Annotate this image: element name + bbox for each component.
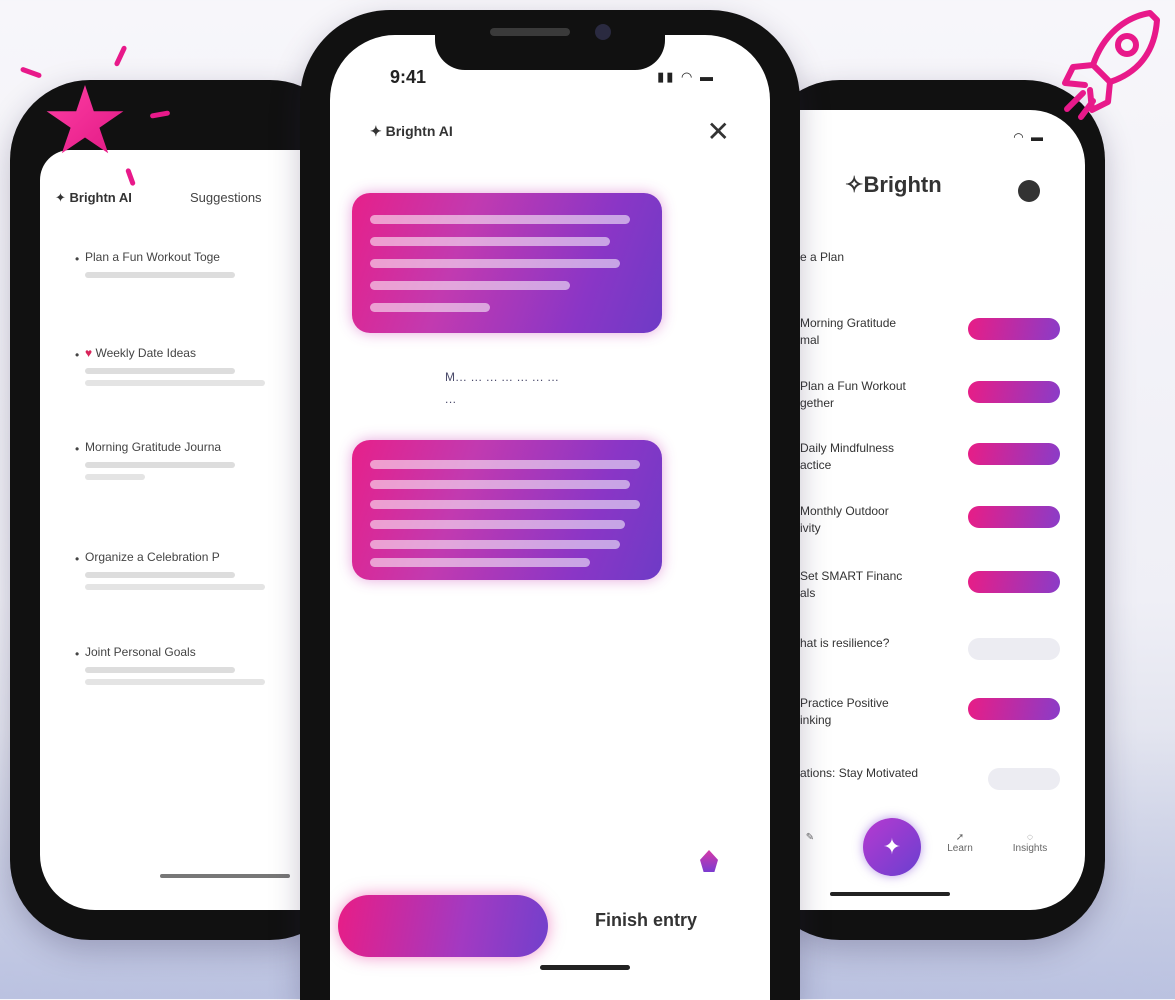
message-text-placeholder	[370, 215, 630, 224]
suggestion-text-placeholder	[85, 474, 145, 480]
camera	[595, 24, 611, 40]
nav-item-insights[interactable]: ◌ Insights	[1005, 832, 1055, 854]
user-message-line: M... ... ... ... ... ... ...	[445, 370, 560, 384]
finish-entry-button[interactable]: Finish entry	[595, 910, 697, 931]
plan-title: Daily Mindfulness actice	[800, 441, 895, 472]
speaker	[490, 28, 570, 36]
status-icons: ◠ ▬	[1013, 130, 1045, 144]
learn-icon: ➚	[955, 832, 965, 843]
section-title: e a Plan	[800, 250, 845, 264]
suggestion-text-placeholder	[85, 368, 235, 374]
plan-title: Practice Positive inking	[800, 696, 889, 727]
plan-row: ations: Stay Motivated	[800, 765, 1080, 805]
sparkle-icon: ✦	[882, 834, 902, 859]
plan-title: Set SMART Financ als	[800, 569, 903, 600]
plan-title: Monthly Outdoor ivity	[800, 504, 889, 535]
plan-action-button[interactable]	[968, 698, 1060, 720]
avatar[interactable]	[1018, 180, 1040, 202]
ai-message-card	[352, 193, 662, 333]
home-indicator	[830, 892, 950, 896]
sparkle-icon: ✦	[370, 123, 382, 139]
plan-row: Daily Mindfulness actice	[800, 440, 1080, 480]
plan-row: Practice Positive inking	[800, 695, 1080, 735]
plan-action-button[interactable]	[968, 506, 1060, 528]
suggestion-text-placeholder	[85, 679, 265, 685]
suggestion-text-placeholder	[85, 572, 235, 578]
message-text-placeholder	[370, 480, 630, 489]
message-text-placeholder	[370, 520, 625, 529]
message-text-placeholder	[370, 460, 640, 469]
plan-title: Plan a Fun Workout gether	[800, 379, 906, 410]
plan-row: hat is resilience?	[800, 635, 1080, 675]
plan-action-button[interactable]	[968, 571, 1060, 593]
left-screen: ✦ Brightn AI Suggestions • Plan a Fun Wo…	[40, 150, 340, 910]
home-indicator	[540, 965, 630, 970]
plan-row: Set SMART Financ als	[800, 568, 1080, 608]
bullet-icon: •	[75, 442, 80, 456]
plan-row: Plan a Fun Workout gether	[800, 378, 1080, 418]
phone-left: ✦ Brightn AI Suggestions • Plan a Fun Wo…	[10, 80, 350, 940]
suggestion-text-placeholder	[85, 667, 235, 673]
left-tab-suggestions[interactable]: Suggestions	[190, 190, 262, 205]
message-text-placeholder	[370, 259, 620, 268]
phone-center: 9:41 ▮▮ ◠ ▬ ✦ Brightn AI ✕ M... ... ... …	[300, 10, 800, 1000]
suggestion-text-placeholder	[85, 462, 235, 468]
bullet-icon: •	[75, 348, 80, 362]
status-icons: ▮▮ ◠ ▬	[657, 69, 715, 84]
bottom-nav: ✎ ✦ ➚ Learn ◌ Insights	[785, 810, 1085, 910]
ai-fab-button[interactable]: ✦	[863, 818, 921, 876]
plan-title: hat is resilience?	[800, 636, 890, 650]
nav-item-learn[interactable]: ➚ Learn	[935, 832, 985, 854]
plan-action-button[interactable]	[968, 318, 1060, 340]
left-header: ✦ Brightn AI	[55, 190, 132, 205]
center-screen: 9:41 ▮▮ ◠ ▬ ✦ Brightn AI ✕ M... ... ... …	[330, 35, 770, 1000]
bullet-icon: •	[75, 552, 80, 566]
message-text-placeholder	[370, 500, 640, 509]
heart-icon: ♥	[85, 346, 93, 360]
user-message-line: ...	[445, 392, 457, 406]
primary-action-button[interactable]	[338, 895, 548, 957]
message-text-placeholder	[370, 540, 620, 549]
plan-action-button[interactable]	[968, 443, 1060, 465]
status-time: 9:41	[390, 67, 427, 87]
phone-right: ◠ ▬ ✧Brightn e a Plan Morning Gratitude m…	[760, 80, 1105, 940]
insights-icon: ◌	[1027, 832, 1033, 843]
plan-action-button[interactable]	[968, 381, 1060, 403]
brand-logo: ✧Brightn	[845, 172, 942, 197]
plan-action-button[interactable]	[968, 638, 1060, 660]
journal-icon: ✎	[805, 832, 815, 843]
right-screen: ◠ ▬ ✧Brightn e a Plan Morning Gratitude m…	[785, 110, 1085, 910]
sparkle-ray	[19, 66, 43, 79]
plan-title: Morning Gratitude mal	[800, 316, 897, 347]
suggestion-text-placeholder	[85, 380, 265, 386]
suggestion-text-placeholder	[85, 584, 265, 590]
close-icon[interactable]: ✕	[707, 115, 730, 148]
notch	[435, 10, 665, 70]
message-text-placeholder	[370, 558, 590, 567]
ai-header: ✦ Brightn AI	[370, 123, 453, 139]
message-text-placeholder	[370, 303, 490, 312]
message-text-placeholder	[370, 237, 610, 246]
sparkle-icon: ✧	[845, 172, 864, 197]
sparkle-ray	[113, 44, 128, 68]
rocket-icon	[1062, 10, 1160, 120]
sparkle-icon[interactable]	[700, 850, 718, 872]
plan-action-button[interactable]	[988, 768, 1060, 790]
ai-message-card	[352, 440, 662, 580]
home-indicator	[160, 874, 290, 878]
message-text-placeholder	[370, 281, 570, 290]
plan-title: ations: Stay Motivated	[800, 766, 919, 780]
suggestion-text-placeholder	[85, 272, 235, 278]
bullet-icon: •	[75, 252, 80, 266]
plan-row: Monthly Outdoor ivity	[800, 503, 1080, 543]
bullet-icon: •	[75, 647, 80, 661]
plan-row: Morning Gratitude mal	[800, 315, 1080, 355]
